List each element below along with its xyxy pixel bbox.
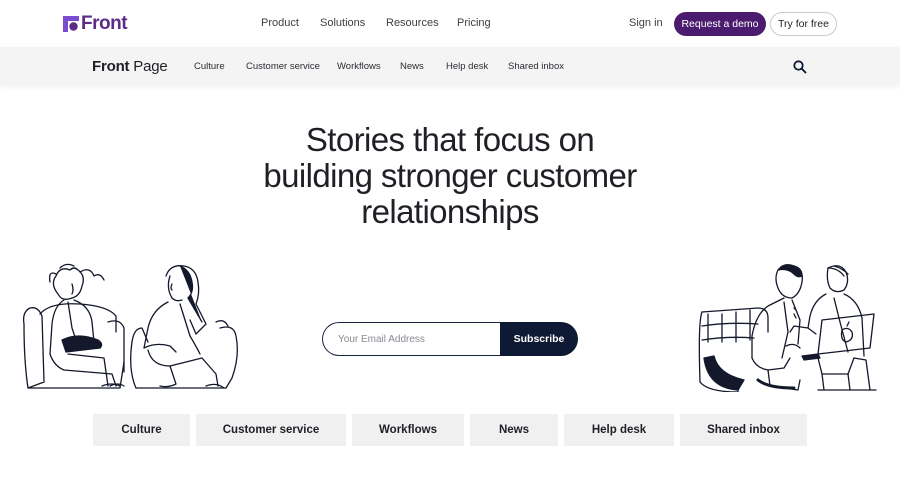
- category-tiles: Culture Customer service Workflows News …: [0, 414, 900, 446]
- sign-in-link[interactable]: Sign in: [629, 17, 663, 29]
- subnav-workflows[interactable]: Workflows: [337, 61, 381, 72]
- tile-shared-inbox[interactable]: Shared inbox: [680, 414, 807, 446]
- subnav-news[interactable]: News: [400, 61, 424, 72]
- conversation-illustration: [22, 263, 238, 389]
- nav-pricing[interactable]: Pricing: [457, 17, 491, 29]
- front-page-logo-bold: Front: [92, 58, 130, 75]
- request-demo-button[interactable]: Request a demo: [674, 12, 766, 36]
- subnav-help-desk[interactable]: Help desk: [446, 61, 488, 72]
- hero-title: Stories that focus on building stronger …: [263, 121, 637, 230]
- tile-culture[interactable]: Culture: [93, 414, 190, 446]
- subscribe-button[interactable]: Subscribe: [500, 322, 578, 356]
- nav-product[interactable]: Product: [261, 17, 299, 29]
- top-navigation: Front Product Solutions Resources Pricin…: [0, 0, 900, 47]
- front-page-logo-regular: Page: [129, 58, 168, 75]
- tile-customer-service[interactable]: Customer service: [196, 414, 346, 446]
- tile-news[interactable]: News: [470, 414, 558, 446]
- try-free-button[interactable]: Try for free: [770, 12, 837, 36]
- front-page-logo[interactable]: Front Page: [92, 58, 168, 75]
- subnav-customer-service[interactable]: Customer service: [246, 61, 320, 72]
- front-page-subnav: Front Page Culture Customer service Work…: [0, 47, 900, 85]
- search-icon[interactable]: [792, 59, 808, 75]
- tile-workflows[interactable]: Workflows: [352, 414, 464, 446]
- nav-solutions[interactable]: Solutions: [320, 17, 365, 29]
- subnav-shared-inbox[interactable]: Shared inbox: [508, 61, 564, 72]
- email-input[interactable]: [322, 322, 512, 356]
- laptop-collaboration-illustration: [698, 264, 877, 392]
- subnav-culture[interactable]: Culture: [194, 61, 225, 72]
- nav-resources[interactable]: Resources: [386, 17, 439, 29]
- newsletter-form: Subscribe: [322, 322, 578, 356]
- tile-help-desk[interactable]: Help desk: [564, 414, 674, 446]
